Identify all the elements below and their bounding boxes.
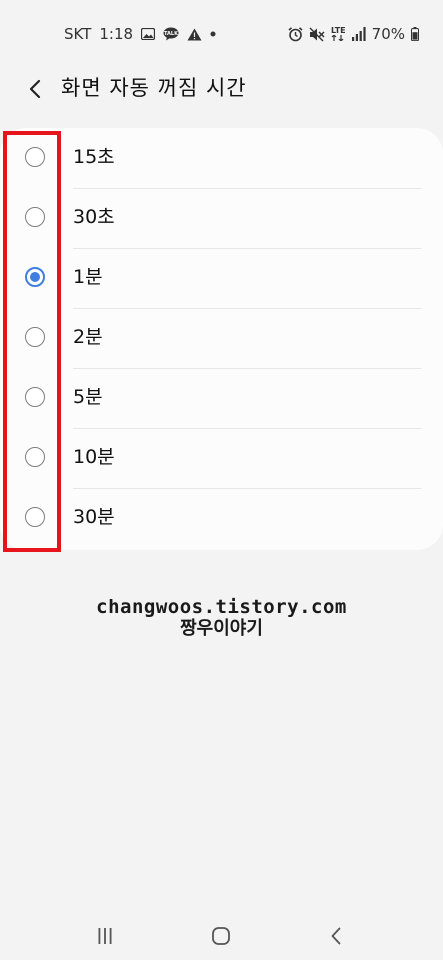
nav-back-button[interactable] <box>321 922 351 950</box>
option-label: 30초 <box>73 206 115 228</box>
watermark: changwoos.tistory.com 짱우이야기 <box>0 596 443 640</box>
back-button[interactable] <box>20 74 50 104</box>
radio-button[interactable] <box>25 327 45 347</box>
option-30-seconds[interactable]: 30초 <box>0 188 443 248</box>
radio-button[interactable] <box>25 447 45 467</box>
image-icon <box>141 28 156 40</box>
option-15-seconds[interactable]: 15초 <box>0 128 443 188</box>
option-label: 2분 <box>73 326 103 348</box>
option-label: 30분 <box>73 506 115 528</box>
network-label: LTE <box>330 26 346 35</box>
option-label: 5분 <box>73 386 103 408</box>
options-card: 15초 30초 1분 2분 5분 10분 30분 <box>0 128 443 550</box>
chat-icon: TALK <box>163 27 179 41</box>
option-label: 1분 <box>73 266 103 288</box>
carrier-label: SKT <box>64 25 92 43</box>
option-5-minutes[interactable]: 5분 <box>0 368 443 428</box>
status-left: SKT 1:18 TALK <box>64 24 216 44</box>
battery-icon <box>411 27 419 41</box>
battery-label: 70% <box>371 25 405 43</box>
page-title: 화면 자동 꺼짐 시간 <box>61 76 247 100</box>
clock-label: 1:18 <box>99 25 134 43</box>
signal-icon <box>351 27 366 41</box>
option-1-minute[interactable]: 1분 <box>0 248 443 308</box>
radio-button[interactable] <box>25 507 45 527</box>
option-label: 15초 <box>73 146 115 168</box>
option-2-minutes[interactable]: 2분 <box>0 308 443 368</box>
status-right: LTE 70% <box>288 24 419 44</box>
radio-button[interactable] <box>25 387 45 407</box>
recents-icon <box>97 928 113 944</box>
alarm-icon <box>288 26 303 42</box>
watermark-url: changwoos.tistory.com <box>96 596 347 618</box>
radio-button[interactable] <box>25 147 45 167</box>
lte-icon: LTE <box>331 27 346 41</box>
option-label: 10분 <box>73 446 115 468</box>
option-10-minutes[interactable]: 10분 <box>0 428 443 488</box>
home-button[interactable] <box>206 922 236 950</box>
warning-icon <box>187 28 202 41</box>
radio-button[interactable] <box>25 207 45 227</box>
status-bar: SKT 1:18 TALK LTE 70% <box>0 0 443 66</box>
chevron-left-icon <box>29 79 41 99</box>
app-bar: 화면 자동 꺼짐 시간 <box>0 66 443 110</box>
mute-icon <box>309 27 325 42</box>
svg-text:TALK: TALK <box>164 31 179 37</box>
dot-icon <box>210 31 216 37</box>
watermark-name: 짱우이야기 <box>180 618 263 639</box>
home-icon <box>212 927 230 945</box>
navigation-bar <box>0 912 443 960</box>
option-30-minutes[interactable]: 30분 <box>0 488 443 548</box>
back-icon <box>331 927 341 945</box>
recents-button[interactable] <box>90 922 120 950</box>
radio-button-selected[interactable] <box>25 267 45 287</box>
